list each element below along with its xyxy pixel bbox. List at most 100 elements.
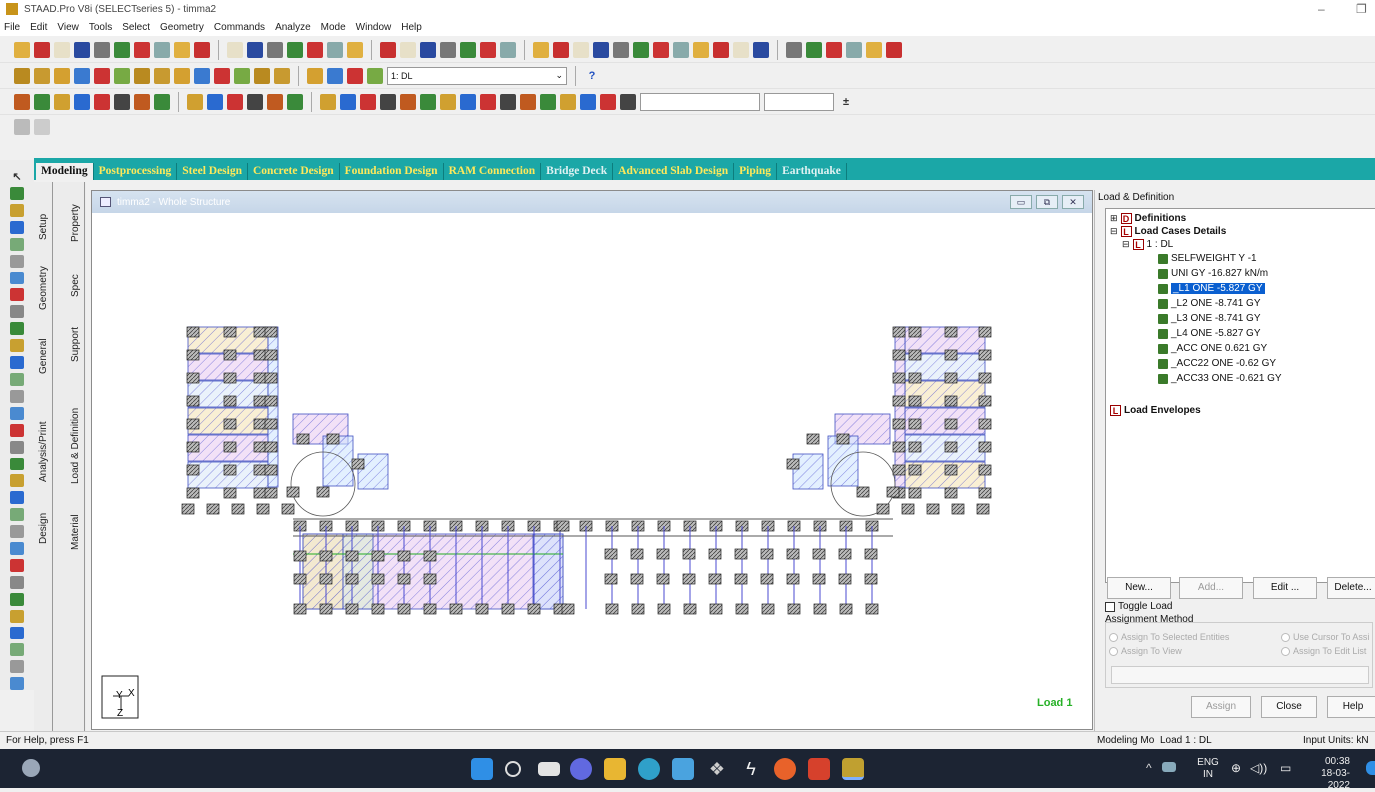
menu-analyze[interactable]: Analyze [275, 22, 311, 33]
tool-icon[interactable] [10, 643, 24, 657]
tray-chevron-icon[interactable]: ^ [1146, 761, 1152, 775]
edit-button[interactable]: Edit ... [1253, 577, 1317, 599]
toolbar-tool-icon[interactable] [846, 41, 862, 58]
toolbar-tool-icon[interactable] [560, 93, 576, 110]
menu-edit[interactable]: Edit [30, 22, 47, 33]
toolbar-tool-icon[interactable] [194, 41, 210, 58]
toolbar-tool-icon[interactable] [307, 67, 323, 84]
chat-icon[interactable] [570, 758, 592, 780]
tool-icon[interactable] [10, 491, 24, 505]
tool-icon[interactable] [10, 372, 24, 386]
toolbar-tool-icon[interactable] [540, 93, 556, 110]
toolbar-tool-icon[interactable] [34, 41, 50, 58]
menu-mode[interactable]: Mode [321, 22, 346, 33]
toolbar-tool-icon[interactable] [94, 67, 110, 84]
toolbar-tool-icon[interactable] [227, 93, 243, 110]
toolbar-tool-icon[interactable] [287, 93, 303, 110]
menu-window[interactable]: Window [356, 22, 392, 33]
toolbar-tool-icon[interactable] [267, 93, 283, 110]
toolbar-tool-icon[interactable] [174, 41, 190, 58]
tool-icon[interactable] [10, 187, 24, 200]
radio-assign-selected[interactable]: Assign To Selected Entities [1109, 632, 1229, 642]
ribbon-tab[interactable]: Piping [734, 163, 778, 180]
toolbar-tool-icon[interactable] [653, 41, 669, 58]
toolbar-tool-icon[interactable] [54, 67, 70, 84]
toolbar-tool-icon[interactable] [533, 41, 549, 58]
tool-icon[interactable] [10, 508, 24, 522]
ribbon-tab[interactable]: Concrete Design [248, 163, 340, 180]
tool-icon[interactable] [10, 440, 24, 454]
toolbar-tool-icon[interactable] [114, 41, 130, 58]
tree-load-item[interactable]: _L4 ONE -5.827 GY [1158, 328, 1261, 339]
tool-icon[interactable] [10, 677, 24, 691]
toolbar-tool-icon[interactable] [673, 41, 689, 58]
tool-icon[interactable] [10, 356, 24, 369]
toolbar-tool-icon[interactable] [613, 41, 629, 58]
toolbar-tool-icon[interactable] [500, 41, 516, 58]
cursor-icon[interactable]: ↖ [10, 170, 24, 183]
toolbar-tool-icon[interactable] [380, 93, 396, 110]
toolbar-tool-icon[interactable] [480, 41, 496, 58]
toolbar-tool-icon[interactable] [34, 67, 50, 84]
tool-icon[interactable] [10, 339, 24, 353]
toolbar-tool-icon[interactable] [194, 67, 210, 84]
plus-minus-icon[interactable]: ± [838, 94, 854, 110]
menu-geometry[interactable]: Geometry [160, 22, 204, 33]
tool-icon[interactable] [34, 119, 50, 135]
notification-icon[interactable] [1366, 761, 1375, 775]
radio-assign-view[interactable]: Assign To View [1109, 646, 1182, 656]
toolbar-tool-icon[interactable] [633, 41, 649, 58]
toolbar-tool-icon[interactable] [14, 93, 30, 110]
radio-use-cursor[interactable]: Use Cursor To Assi [1281, 632, 1369, 642]
tool-icon[interactable] [10, 542, 24, 555]
minimize-button[interactable]: – [1318, 2, 1325, 16]
tree-node-load-cases-details[interactable]: ⊟ L Load Cases Details [1110, 226, 1226, 237]
tool-icon[interactable] [14, 119, 30, 135]
toolbar-tool-icon[interactable] [733, 41, 749, 58]
toolbar-tool-icon[interactable] [786, 41, 802, 58]
ribbon-tab[interactable]: Postprocessing [94, 163, 178, 180]
tool-icon[interactable] [10, 525, 24, 539]
toolbar-tool-icon[interactable] [274, 67, 290, 84]
toolbar-tool-icon[interactable] [620, 93, 636, 110]
language-indicator[interactable]: ENG IN [1196, 757, 1220, 781]
toolbar-tool-icon[interactable] [134, 93, 150, 110]
widgets-icon[interactable] [22, 759, 40, 777]
toolbar-tool-icon[interactable] [866, 41, 882, 58]
toolbar-tool-icon[interactable] [420, 41, 436, 58]
edit-list-field[interactable] [1111, 666, 1369, 684]
toolbar-tool-icon[interactable] [34, 93, 50, 110]
toolbar-tool-icon[interactable] [713, 41, 729, 58]
tab-support[interactable]: Support [70, 327, 81, 362]
tree-load-item[interactable]: _L2 ONE -8.741 GY [1158, 298, 1261, 309]
toolbar-tool-icon[interactable] [187, 93, 203, 110]
tray-onedrive-icon[interactable] [1162, 762, 1176, 772]
toolbar-tool-icon[interactable] [520, 93, 536, 110]
start-icon[interactable] [471, 758, 493, 780]
toolbar-tool-icon[interactable] [327, 41, 343, 58]
tree-node-definitions[interactable]: ⊞ D Definitions [1110, 213, 1186, 224]
toolbar-tool-icon[interactable] [380, 41, 396, 58]
checkbox-box[interactable] [1105, 601, 1115, 612]
tab-analysis-print[interactable]: Analysis/Print [38, 421, 49, 482]
tool-icon[interactable] [10, 558, 24, 572]
toolbar-tool-icon[interactable] [287, 41, 303, 58]
toolbar-tool-icon[interactable] [114, 67, 130, 84]
tab-general[interactable]: General [38, 338, 49, 374]
tab-design[interactable]: Design [38, 513, 49, 544]
staad-taskbar-icon[interactable] [842, 758, 864, 780]
tool-icon[interactable] [10, 203, 24, 217]
toolbar-tool-icon[interactable] [460, 41, 476, 58]
menu-view[interactable]: View [57, 22, 79, 33]
toolbar-tool-icon[interactable] [247, 41, 263, 58]
tab-geometry[interactable]: Geometry [38, 266, 49, 310]
tree-node-load-envelopes[interactable]: L Load Envelopes [1110, 405, 1201, 416]
toolbar-tool-icon[interactable] [320, 93, 336, 110]
toolbar-tool-icon[interactable] [693, 41, 709, 58]
toolbar-tool-icon[interactable] [74, 41, 90, 58]
tool-icon[interactable] [10, 474, 24, 488]
clock[interactable]: 00:38 18-03-2022 [1304, 756, 1350, 792]
toolbar-tool-icon[interactable] [267, 41, 283, 58]
toolbar-tool-icon[interactable] [460, 93, 476, 110]
tool-icon[interactable] [10, 254, 24, 268]
